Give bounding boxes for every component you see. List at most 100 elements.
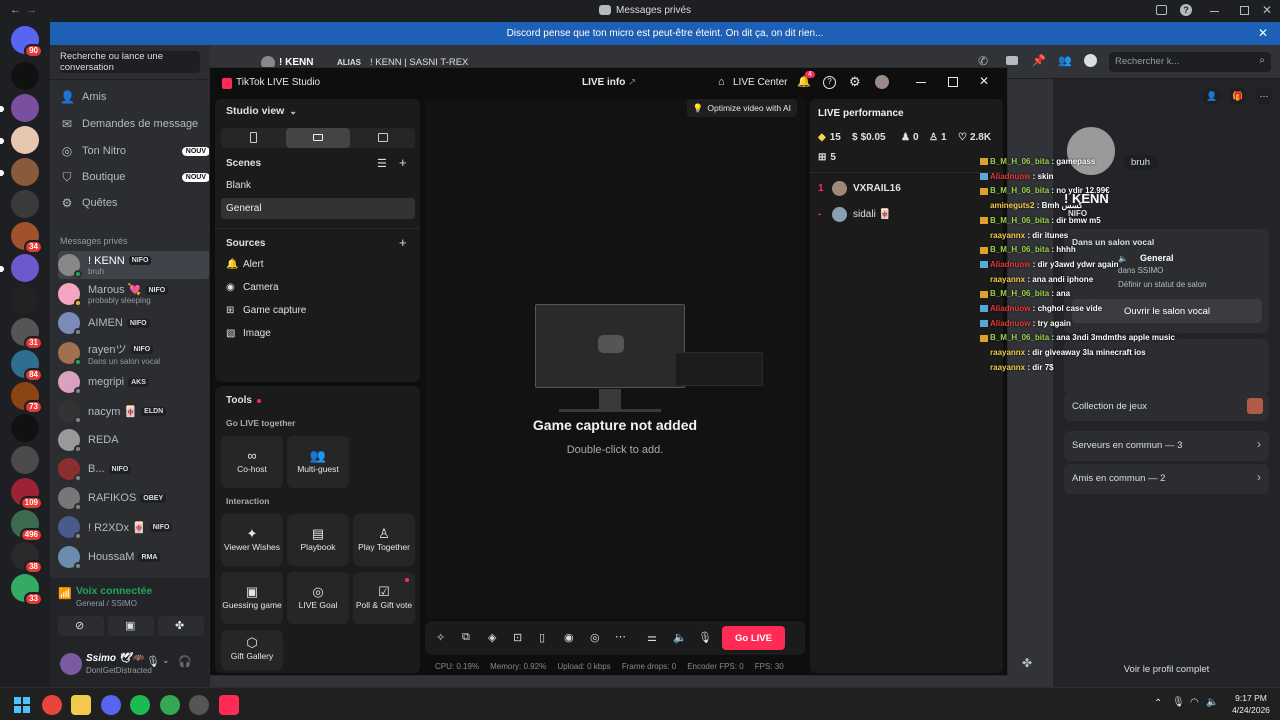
mic-icon[interactable]: 🎙 bbox=[146, 655, 160, 668]
server-icon[interactable] bbox=[0, 158, 39, 186]
settings-icon[interactable]: ⚙ bbox=[849, 74, 861, 90]
headphones-icon[interactable]: 🎧 bbox=[178, 655, 192, 668]
dm-item[interactable]: megripi AKS bbox=[58, 368, 210, 396]
studio-view-dropdown[interactable]: Studio view ⌄ bbox=[226, 105, 297, 117]
dm-item[interactable]: Marous 💘 NIFO probably sleeping bbox=[58, 280, 210, 308]
source-item[interactable]: ▧ Image bbox=[226, 328, 271, 339]
server-icon[interactable]: 31 bbox=[11, 318, 43, 350]
portrait-icon[interactable] bbox=[250, 132, 257, 143]
dm-item[interactable]: HoussaM RMA bbox=[58, 543, 210, 571]
home-server[interactable]: 90 bbox=[11, 26, 43, 58]
scene-item[interactable]: Blank bbox=[226, 180, 251, 191]
common-servers[interactable]: Serveurs en commun — 3 › bbox=[1064, 431, 1269, 461]
dm-item[interactable]: ! KENN NIFO bruh bbox=[58, 251, 210, 279]
mic-icon[interactable]: 🎙 bbox=[698, 631, 712, 644]
tiktok-live-icon[interactable] bbox=[219, 695, 239, 715]
dm-item[interactable]: AIMEN NIFO bbox=[58, 309, 210, 337]
camera-off-button[interactable]: ⊘ bbox=[58, 616, 104, 636]
maximize-icon[interactable] bbox=[1240, 6, 1249, 15]
dm-item[interactable]: REDA bbox=[58, 426, 210, 454]
chrome-profile-icon[interactable] bbox=[160, 695, 180, 715]
dm-search-field[interactable]: Rechercher k... ⌕ bbox=[1109, 52, 1271, 72]
dual-view-icon[interactable] bbox=[378, 133, 388, 142]
go-live-button[interactable]: Go LIVE bbox=[722, 626, 785, 650]
dm-search-input[interactable]: Recherche ou lance une conversation bbox=[60, 51, 200, 73]
camera-switch-icon[interactable]: ◎ bbox=[590, 631, 600, 644]
server-icon[interactable] bbox=[0, 94, 39, 122]
activities-button[interactable]: ✤ bbox=[158, 616, 204, 636]
server-icon[interactable] bbox=[0, 126, 39, 154]
source-item[interactable]: ⊞ Game capture bbox=[226, 305, 306, 316]
source-item[interactable]: 🔔 Alert bbox=[226, 259, 264, 270]
games-collection[interactable]: Collection de jeux bbox=[1064, 393, 1269, 421]
common-friends[interactable]: Amis en commun — 2 › bbox=[1064, 464, 1269, 494]
full-profile-link[interactable]: Voir le profil complet bbox=[1053, 664, 1280, 675]
co-host-tool[interactable]: ∞ Co-host bbox=[221, 436, 283, 488]
preview-canvas[interactable]: 💡 Optimize video with AI Game capture not… bbox=[425, 99, 805, 619]
server-icon[interactable] bbox=[11, 62, 39, 90]
server-icon[interactable] bbox=[11, 414, 39, 442]
chevron-down-icon[interactable]: ⌄ bbox=[162, 655, 170, 666]
close-icon[interactable]: ✕ bbox=[1262, 3, 1272, 17]
adjust-icon[interactable]: ⚌ bbox=[647, 631, 657, 644]
live-goal-tool[interactable]: ◎ LIVE Goal bbox=[287, 572, 349, 624]
live-info-label[interactable]: LIVE info bbox=[582, 77, 625, 88]
phone-icon[interactable]: ▯ bbox=[539, 631, 545, 644]
dm-item[interactable]: B... NIFO bbox=[58, 455, 210, 483]
share-icon[interactable]: ↗ bbox=[628, 77, 636, 88]
server-icon[interactable] bbox=[11, 446, 39, 474]
add-friend-icon[interactable]: 👤 bbox=[1203, 87, 1221, 105]
clock[interactable]: 9:17 PM 4/24/2026 bbox=[1228, 692, 1274, 716]
user-avatar[interactable] bbox=[60, 653, 82, 675]
server-icon[interactable]: 84 bbox=[11, 350, 43, 382]
call-icon[interactable]: ✆ bbox=[978, 54, 988, 68]
pin-icon[interactable]: 📌 bbox=[1032, 54, 1046, 67]
dm-item[interactable]: rayenツ NIFO Dans un salon vocal bbox=[58, 339, 210, 367]
nav-quests[interactable]: ⚙ Quêtes bbox=[60, 191, 210, 215]
nav-nitro[interactable]: ◎ Ton Nitro NOUV bbox=[60, 139, 210, 163]
dm-item[interactable]: ! R2XDx 🀄 NIFO bbox=[58, 513, 210, 541]
add-source-icon[interactable]: + bbox=[399, 235, 407, 250]
minimize-icon[interactable] bbox=[1210, 11, 1219, 12]
spotify-icon[interactable] bbox=[130, 695, 150, 715]
tt-avatar[interactable] bbox=[875, 75, 889, 89]
help-icon[interactable]: ? bbox=[823, 76, 836, 89]
server-icon[interactable]: 33 bbox=[11, 574, 43, 606]
server-icon[interactable]: 34 bbox=[11, 222, 43, 254]
record-icon[interactable]: ◉ bbox=[564, 631, 574, 644]
nav-shop[interactable]: ⛉ Boutique NOUV bbox=[60, 165, 210, 189]
chrome-icon[interactable] bbox=[42, 695, 62, 715]
dm-item[interactable]: nacym 🀄 ELDN bbox=[58, 397, 210, 425]
discord-icon[interactable] bbox=[101, 695, 121, 715]
dm-item[interactable]: RAFIKOS OBEY bbox=[58, 484, 210, 512]
layers-icon[interactable]: ⧉ bbox=[462, 631, 470, 644]
server-icon[interactable]: 38 bbox=[11, 542, 43, 574]
more-icon[interactable]: ⋯ bbox=[1255, 87, 1273, 105]
gift-icon[interactable]: 🎁 bbox=[1229, 87, 1247, 105]
server-icon[interactable]: 109 bbox=[11, 478, 43, 510]
add-scene-icon[interactable]: + bbox=[399, 155, 407, 170]
scene-item-selected[interactable]: General bbox=[221, 198, 415, 219]
forward-arrow-icon[interactable]: → bbox=[26, 4, 37, 16]
screen-share-button[interactable]: ▣ bbox=[108, 616, 154, 636]
source-item[interactable]: ◉ Camera bbox=[226, 282, 279, 293]
activities-icon[interactable]: ✤ bbox=[1022, 656, 1032, 670]
multi-guest-tool[interactable]: 👥 Multi-guest bbox=[287, 436, 349, 488]
server-icon[interactable] bbox=[11, 190, 39, 218]
server-icon[interactable] bbox=[0, 254, 39, 282]
wifi-icon[interactable]: ◠ bbox=[1190, 697, 1199, 708]
file-explorer-icon[interactable] bbox=[71, 695, 91, 715]
mic-tray-icon[interactable]: 🎙 bbox=[1172, 697, 1185, 708]
windows-start-icon[interactable] bbox=[12, 695, 32, 715]
playbook-tool[interactable]: ▤ Playbook bbox=[287, 514, 349, 566]
server-icon[interactable] bbox=[11, 286, 39, 314]
list-icon[interactable]: ☰ bbox=[377, 157, 387, 170]
viewer-wishes-tool[interactable]: ✦ Viewer Wishes bbox=[221, 514, 283, 566]
notice-close-icon[interactable]: ✕ bbox=[1258, 26, 1268, 40]
viewer-row[interactable]: - sidali 🀄 bbox=[818, 207, 891, 222]
guessing-game-tool[interactable]: ▣ Guessing game bbox=[221, 572, 283, 624]
play-together-tool[interactable]: ♙ Play Together bbox=[353, 514, 415, 566]
app-icon[interactable] bbox=[189, 695, 209, 715]
help-icon[interactable]: ? bbox=[1180, 4, 1192, 16]
back-arrow-icon[interactable]: ← bbox=[10, 4, 21, 16]
